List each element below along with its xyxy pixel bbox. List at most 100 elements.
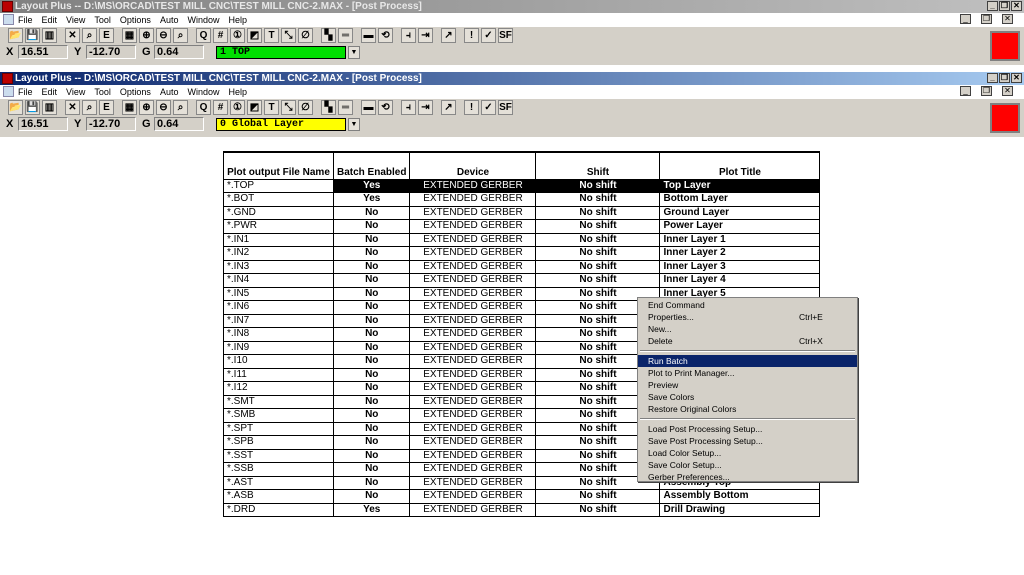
plot-title-cell[interactable]: Assembly Bottom bbox=[659, 489, 821, 504]
drc-check-icon[interactable]: ✓ bbox=[481, 28, 496, 43]
error-icon[interactable]: ! bbox=[464, 28, 479, 43]
device-cell[interactable]: EXTENDED GERBER bbox=[409, 259, 537, 274]
shift-cell[interactable]: No shift bbox=[535, 259, 661, 274]
batch-cell[interactable]: Yes bbox=[332, 178, 411, 193]
doc-restore-button[interactable]: ❐ bbox=[981, 14, 992, 24]
doc-restore-button[interactable]: ❐ bbox=[981, 86, 992, 96]
context-menu-item-load-color-setup[interactable]: Load Color Setup... bbox=[638, 447, 857, 459]
device-cell[interactable]: EXTENDED GERBER bbox=[409, 192, 537, 207]
device-cell[interactable]: EXTENDED GERBER bbox=[409, 408, 537, 423]
batch-cell[interactable]: No bbox=[332, 462, 411, 477]
plot-title-cell[interactable]: Top Layer bbox=[659, 178, 821, 193]
file-name-cell[interactable]: *.IN3 bbox=[223, 259, 334, 274]
menu-window[interactable]: Window bbox=[187, 87, 219, 97]
file-name-cell[interactable]: *.I10 bbox=[223, 354, 334, 369]
device-cell[interactable]: EXTENDED GERBER bbox=[409, 475, 537, 490]
device-cell[interactable]: EXTENDED GERBER bbox=[409, 381, 537, 396]
context-menu-item-save-colors[interactable]: Save Colors bbox=[638, 391, 857, 403]
batch-cell[interactable]: No bbox=[332, 354, 411, 369]
menu-edit[interactable]: Edit bbox=[42, 87, 58, 97]
plot-title-cell[interactable]: Inner Layer 1 bbox=[659, 232, 821, 247]
column-header[interactable]: Batch Enabled bbox=[332, 151, 411, 180]
file-name-cell[interactable]: *.SSB bbox=[223, 462, 334, 477]
file-name-cell[interactable]: *.IN5 bbox=[223, 286, 334, 301]
batch-cell[interactable]: No bbox=[332, 340, 411, 355]
batch-cell[interactable]: No bbox=[332, 408, 411, 423]
close-button[interactable]: ✕ bbox=[1011, 1, 1022, 11]
file-name-cell[interactable]: *.GND bbox=[223, 205, 334, 220]
batch-cell[interactable]: No bbox=[332, 259, 411, 274]
batch-cell[interactable]: No bbox=[332, 394, 411, 409]
device-cell[interactable]: EXTENDED GERBER bbox=[409, 435, 537, 450]
zoom-in-icon[interactable]: ⊕ bbox=[139, 100, 154, 115]
batch-cell[interactable]: No bbox=[332, 448, 411, 463]
save-icon[interactable]: 💾 bbox=[25, 28, 40, 43]
plot-title-cell[interactable]: Drill Drawing bbox=[659, 502, 821, 517]
file-name-cell[interactable]: *.AST bbox=[223, 475, 334, 490]
device-cell[interactable]: EXTENDED GERBER bbox=[409, 462, 537, 477]
table-row[interactable]: *.IN1 No EXTENDED GERBER No shift Inner Laye… bbox=[223, 232, 821, 247]
doc-minimize-button[interactable]: _ bbox=[960, 14, 971, 24]
query-icon[interactable]: Q bbox=[196, 28, 211, 43]
text-icon[interactable]: T bbox=[264, 100, 279, 115]
minimize-button[interactable]: _ bbox=[987, 73, 998, 83]
context-menu-item-load-post-processing-setup[interactable]: Load Post Processing Setup... bbox=[638, 423, 857, 435]
E-icon[interactable]: E bbox=[99, 28, 114, 43]
doc-close-button[interactable]: ✕ bbox=[1002, 86, 1013, 96]
zoom-in-icon[interactable]: ⊕ bbox=[139, 28, 154, 43]
cancel-icon[interactable]: ✕ bbox=[65, 100, 80, 115]
table-row[interactable]: *.IN4 No EXTENDED GERBER No shift Inner Laye… bbox=[223, 273, 821, 288]
device-cell[interactable]: EXTENDED GERBER bbox=[409, 300, 537, 315]
table-row[interactable]: *.DRD Yes EXTENDED GERBER No shift Drill Dra… bbox=[223, 502, 821, 517]
plot-title-cell[interactable]: Inner Layer 4 bbox=[659, 273, 821, 288]
plot-title-cell[interactable]: Inner Layer 3 bbox=[659, 259, 821, 274]
stack-icon[interactable]: ▥ bbox=[42, 100, 57, 115]
shift-cell[interactable]: No shift bbox=[535, 273, 661, 288]
file-name-cell[interactable]: *.ASB bbox=[223, 489, 334, 504]
context-menu-item-run-batch[interactable]: Run Batch bbox=[638, 355, 857, 367]
zoom-all-icon[interactable]: ⌕ bbox=[173, 28, 188, 43]
stack-icon[interactable]: ▥ bbox=[42, 28, 57, 43]
connect-icon[interactable]: ⤡ bbox=[281, 28, 296, 43]
restore-button[interactable]: ❐ bbox=[999, 73, 1010, 83]
reconnect-icon[interactable]: ⟲ bbox=[378, 28, 393, 43]
menu-help[interactable]: Help bbox=[228, 15, 247, 25]
pin-icon[interactable]: ① bbox=[230, 28, 245, 43]
menu-file[interactable]: File bbox=[18, 15, 33, 25]
find-icon[interactable]: ⌕ bbox=[82, 28, 97, 43]
menu-options[interactable]: Options bbox=[120, 87, 151, 97]
context-menu-item-delete[interactable]: Delete Ctrl+X bbox=[638, 335, 857, 347]
table-row[interactable]: *.ASB No EXTENDED GERBER No shift Assembly B… bbox=[223, 489, 821, 504]
context-menu-item-gerber-preferences[interactable]: Gerber Preferences... bbox=[638, 471, 857, 483]
column-header[interactable]: Plot Title bbox=[659, 151, 821, 180]
shift-cell[interactable]: No shift bbox=[535, 219, 661, 234]
device-cell[interactable]: EXTENDED GERBER bbox=[409, 367, 537, 382]
file-name-cell[interactable]: *.DRD bbox=[223, 502, 334, 517]
drc-check-icon[interactable]: ✓ bbox=[481, 100, 496, 115]
device-cell[interactable]: EXTENDED GERBER bbox=[409, 448, 537, 463]
file-name-cell[interactable]: *.SPT bbox=[223, 421, 334, 436]
batch-cell[interactable]: No bbox=[332, 313, 411, 328]
cancel-icon[interactable]: ✕ bbox=[65, 28, 80, 43]
shift-cell[interactable]: No shift bbox=[535, 192, 661, 207]
error-icon[interactable]: ! bbox=[464, 100, 479, 115]
E-icon[interactable]: E bbox=[99, 100, 114, 115]
file-name-cell[interactable]: *.TOP bbox=[223, 178, 334, 193]
autoroute-icon[interactable]: ⇥ bbox=[418, 28, 433, 43]
context-menu-item-new[interactable]: New... bbox=[638, 323, 857, 335]
batch-cell[interactable]: No bbox=[332, 381, 411, 396]
shift-cell[interactable]: No shift bbox=[535, 246, 661, 261]
route-icon[interactable]: ↗ bbox=[441, 100, 456, 115]
batch-cell[interactable]: No bbox=[332, 300, 411, 315]
batch-cell[interactable]: Yes bbox=[332, 502, 411, 517]
open-icon[interactable]: 📂 bbox=[8, 28, 23, 43]
column-header[interactable]: Shift bbox=[535, 151, 661, 180]
menu-edit[interactable]: Edit bbox=[42, 15, 58, 25]
pin-icon[interactable]: ① bbox=[230, 100, 245, 115]
color-icon[interactable]: ◩ bbox=[247, 100, 262, 115]
file-name-cell[interactable]: *.BOT bbox=[223, 192, 334, 207]
restore-button[interactable]: ❐ bbox=[999, 1, 1010, 11]
table-row[interactable]: *.IN2 No EXTENDED GERBER No shift Inner Laye… bbox=[223, 246, 821, 261]
menu-view[interactable]: View bbox=[66, 15, 85, 25]
text-icon[interactable]: T bbox=[264, 28, 279, 43]
